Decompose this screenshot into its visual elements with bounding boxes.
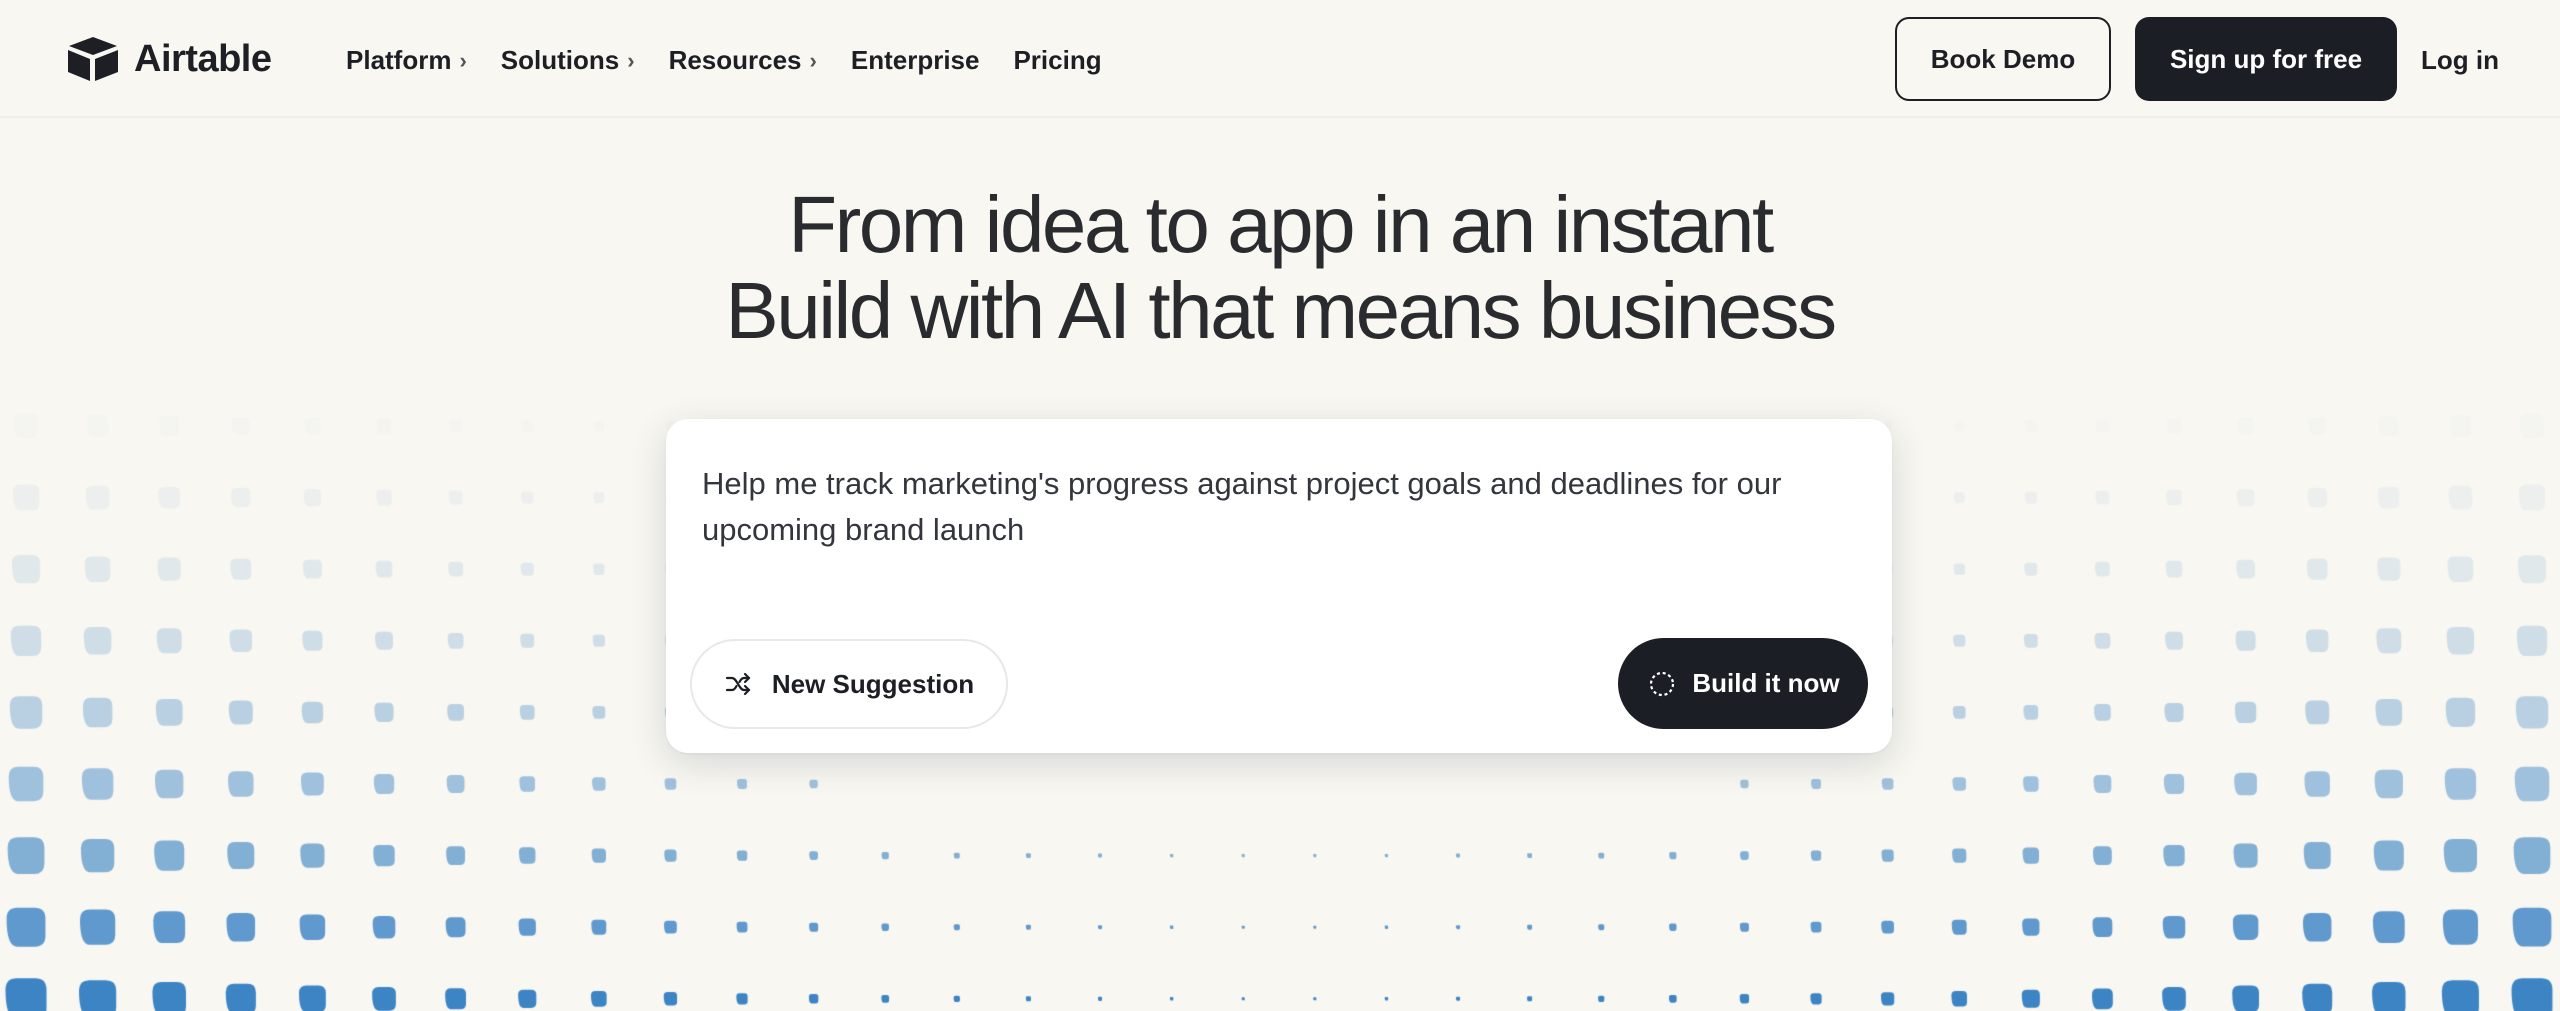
nav-pricing[interactable]: Pricing bbox=[1013, 45, 1101, 76]
build-it-now-label: Build it now bbox=[1692, 668, 1840, 698]
site-header: Airtable Platform › Solutions › Resource… bbox=[0, 0, 2560, 118]
hero-headline: From idea to app in an instant Build wit… bbox=[0, 182, 2560, 354]
main-nav: Platform › Solutions › Resources › Enter… bbox=[346, 40, 1136, 80]
build-it-now-button[interactable]: Build it now bbox=[1618, 638, 1868, 729]
nav-resources[interactable]: Resources › bbox=[669, 45, 817, 76]
chevron-right-icon: › bbox=[459, 47, 467, 73]
nav-solutions-label: Solutions bbox=[500, 44, 620, 75]
nav-enterprise-label: Enterprise bbox=[850, 44, 980, 75]
chevron-right-icon: › bbox=[627, 47, 635, 73]
dashed-circle-icon bbox=[1650, 671, 1675, 696]
new-suggestion-label: New Suggestion bbox=[771, 668, 975, 699]
nav-platform-label: Platform bbox=[346, 44, 452, 75]
nav-solutions[interactable]: Solutions › bbox=[501, 45, 635, 76]
prompt-input[interactable]: Help me track marketing's progress again… bbox=[702, 461, 1842, 553]
chevron-right-icon: › bbox=[809, 47, 817, 73]
new-suggestion-button[interactable]: New Suggestion bbox=[690, 639, 1008, 729]
prompt-card: Help me track marketing's progress again… bbox=[666, 419, 1892, 753]
signup-button[interactable]: Sign up for free bbox=[2135, 17, 2397, 101]
nav-platform[interactable]: Platform › bbox=[346, 45, 467, 76]
hero-line-2: Build with AI that means business bbox=[725, 266, 1837, 355]
login-link[interactable]: Log in bbox=[2421, 40, 2499, 80]
shuffle-icon bbox=[725, 672, 750, 696]
book-demo-button[interactable]: Book Demo bbox=[1895, 17, 2111, 101]
logo-link[interactable]: Airtable bbox=[66, 34, 272, 84]
hero-line-1: From idea to app in an instant bbox=[788, 180, 1774, 269]
page: Airtable Platform › Solutions › Resource… bbox=[0, 0, 2560, 1011]
nav-pricing-label: Pricing bbox=[1013, 44, 1102, 75]
logo-text: Airtable bbox=[134, 37, 272, 80]
nav-resources-label: Resources bbox=[668, 44, 802, 75]
nav-enterprise[interactable]: Enterprise bbox=[851, 45, 980, 76]
airtable-logo-icon bbox=[68, 37, 118, 81]
